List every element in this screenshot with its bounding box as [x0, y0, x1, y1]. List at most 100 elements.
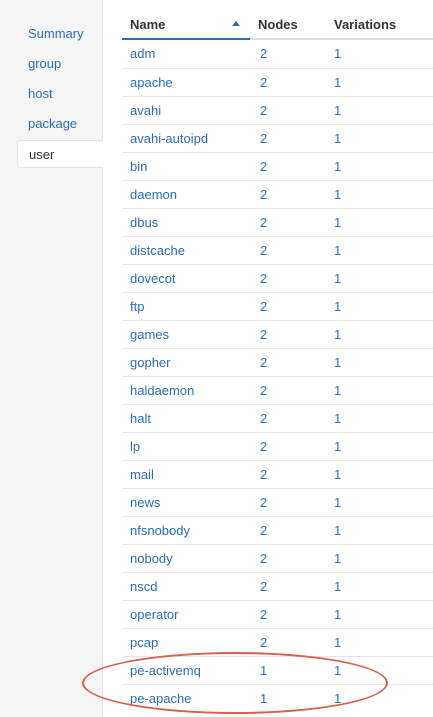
- user-name-link[interactable]: news: [122, 489, 250, 517]
- user-name-link[interactable]: ftp: [122, 293, 250, 321]
- user-name-link[interactable]: games: [122, 321, 250, 349]
- user-name-link[interactable]: pcap: [122, 629, 250, 657]
- nodes-count-link[interactable]: 2: [250, 349, 326, 377]
- nodes-count-link[interactable]: 2: [250, 237, 326, 265]
- user-name-link[interactable]: halt: [122, 405, 250, 433]
- variations-count-link[interactable]: 1: [326, 237, 433, 265]
- table-row: pcap 2 1: [122, 628, 433, 656]
- user-name-link[interactable]: adm: [122, 40, 250, 68]
- variations-count-link[interactable]: 1: [326, 517, 433, 545]
- table-row: daemon 2 1: [122, 180, 433, 208]
- user-name-link[interactable]: gopher: [122, 349, 250, 377]
- nodes-count-link[interactable]: 2: [250, 97, 326, 125]
- nodes-count-link[interactable]: 2: [250, 405, 326, 433]
- variations-count-link[interactable]: 1: [326, 293, 433, 321]
- sidebar-item-user[interactable]: user: [17, 140, 103, 168]
- table-header: Name Nodes Variations: [122, 6, 433, 42]
- table-row: mail 2 1: [122, 460, 433, 488]
- variations-count-link[interactable]: 1: [326, 40, 433, 68]
- user-name-link[interactable]: nfsnobody: [122, 517, 250, 545]
- user-name-link[interactable]: avahi-autoipd: [122, 125, 250, 153]
- user-name-link[interactable]: daemon: [122, 181, 250, 209]
- user-name-link[interactable]: avahi: [122, 97, 250, 125]
- variations-count-link[interactable]: 1: [326, 629, 433, 657]
- user-name-link[interactable]: lp: [122, 433, 250, 461]
- variations-count-link[interactable]: 1: [326, 377, 433, 405]
- user-name-link[interactable]: bin: [122, 153, 250, 181]
- user-name-link[interactable]: dovecot: [122, 265, 250, 293]
- nodes-count-link[interactable]: 2: [250, 293, 326, 321]
- variations-count-link[interactable]: 1: [326, 209, 433, 237]
- user-name-link[interactable]: dbus: [122, 209, 250, 237]
- column-header-variations-label: Variations: [334, 17, 397, 32]
- variations-count-link[interactable]: 1: [326, 265, 433, 293]
- table-row: dovecot 2 1: [122, 264, 433, 292]
- user-name-link[interactable]: pe-activemq: [122, 657, 250, 685]
- nodes-count-link[interactable]: 2: [250, 181, 326, 209]
- table-row: nscd 2 1: [122, 572, 433, 600]
- table-row: news 2 1: [122, 488, 433, 516]
- nodes-count-link[interactable]: 2: [250, 573, 326, 601]
- sidebar-item-summary[interactable]: Summary: [17, 20, 103, 48]
- variations-count-link[interactable]: 1: [326, 405, 433, 433]
- nodes-count-link[interactable]: 2: [250, 69, 326, 97]
- nodes-count-link[interactable]: 2: [250, 461, 326, 489]
- table-row: operator 2 1: [122, 600, 433, 628]
- variations-count-link[interactable]: 1: [326, 125, 433, 153]
- user-name-link[interactable]: operator: [122, 601, 250, 629]
- nodes-count-link[interactable]: 2: [250, 265, 326, 293]
- sidebar-item-group[interactable]: group: [17, 50, 103, 78]
- variations-count-link[interactable]: 1: [326, 321, 433, 349]
- column-header-nodes[interactable]: Nodes: [250, 6, 326, 40]
- nodes-count-link[interactable]: 1: [250, 685, 326, 713]
- nodes-count-link[interactable]: 2: [250, 209, 326, 237]
- variations-count-link[interactable]: 1: [326, 69, 433, 97]
- nodes-count-link[interactable]: 2: [250, 321, 326, 349]
- variations-count-link[interactable]: 1: [326, 433, 433, 461]
- user-name-link[interactable]: apache: [122, 69, 250, 97]
- column-header-name-label: Name: [130, 17, 166, 32]
- table-row: halt 2 1: [122, 404, 433, 432]
- nodes-count-link[interactable]: 2: [250, 545, 326, 573]
- user-name-link[interactable]: nscd: [122, 573, 250, 601]
- nodes-count-link[interactable]: 2: [250, 601, 326, 629]
- variations-count-link[interactable]: 1: [326, 461, 433, 489]
- user-name-link[interactable]: distcache: [122, 237, 250, 265]
- user-name-link[interactable]: mail: [122, 461, 250, 489]
- user-name-link[interactable]: nobody: [122, 545, 250, 573]
- variations-count-link[interactable]: 1: [326, 153, 433, 181]
- table-body: adm 2 1 apache 2 1 avahi 2 1 avahi-autoipd 2 1 bin 2 1…: [122, 40, 433, 712]
- column-header-name[interactable]: Name: [122, 6, 250, 40]
- variations-count-link[interactable]: 1: [326, 489, 433, 517]
- user-name-link[interactable]: haldaemon: [122, 377, 250, 405]
- column-header-nodes-label: Nodes: [258, 17, 298, 32]
- table-row: bin 2 1: [122, 152, 433, 180]
- variations-count-link[interactable]: 1: [326, 685, 433, 713]
- variations-count-link[interactable]: 1: [326, 657, 433, 685]
- table-row: pe-apache 1 1: [122, 684, 433, 712]
- table-row: ftp 2 1: [122, 292, 433, 320]
- nodes-count-link[interactable]: 2: [250, 40, 326, 68]
- variations-count-link[interactable]: 1: [326, 349, 433, 377]
- sidebar-item-package[interactable]: package: [17, 110, 103, 138]
- table-row: nfsnobody 2 1: [122, 516, 433, 544]
- variations-count-link[interactable]: 1: [326, 545, 433, 573]
- nodes-count-link[interactable]: 1: [250, 657, 326, 685]
- nodes-count-link[interactable]: 2: [250, 433, 326, 461]
- variations-count-link[interactable]: 1: [326, 181, 433, 209]
- nodes-count-link[interactable]: 2: [250, 377, 326, 405]
- variations-count-link[interactable]: 1: [326, 97, 433, 125]
- nodes-count-link[interactable]: 2: [250, 517, 326, 545]
- nodes-count-link[interactable]: 2: [250, 629, 326, 657]
- sidebar-item-host[interactable]: host: [17, 80, 103, 108]
- nodes-count-link[interactable]: 2: [250, 153, 326, 181]
- column-header-variations[interactable]: Variations: [326, 6, 433, 40]
- nodes-count-link[interactable]: 2: [250, 489, 326, 517]
- user-name-link[interactable]: pe-apache: [122, 685, 250, 713]
- nodes-count-link[interactable]: 2: [250, 125, 326, 153]
- variations-count-link[interactable]: 1: [326, 573, 433, 601]
- variations-count-link[interactable]: 1: [326, 601, 433, 629]
- sidebar: Summary group host package user: [0, 0, 103, 717]
- table-row: haldaemon 2 1: [122, 376, 433, 404]
- sort-ascending-icon: [232, 21, 240, 26]
